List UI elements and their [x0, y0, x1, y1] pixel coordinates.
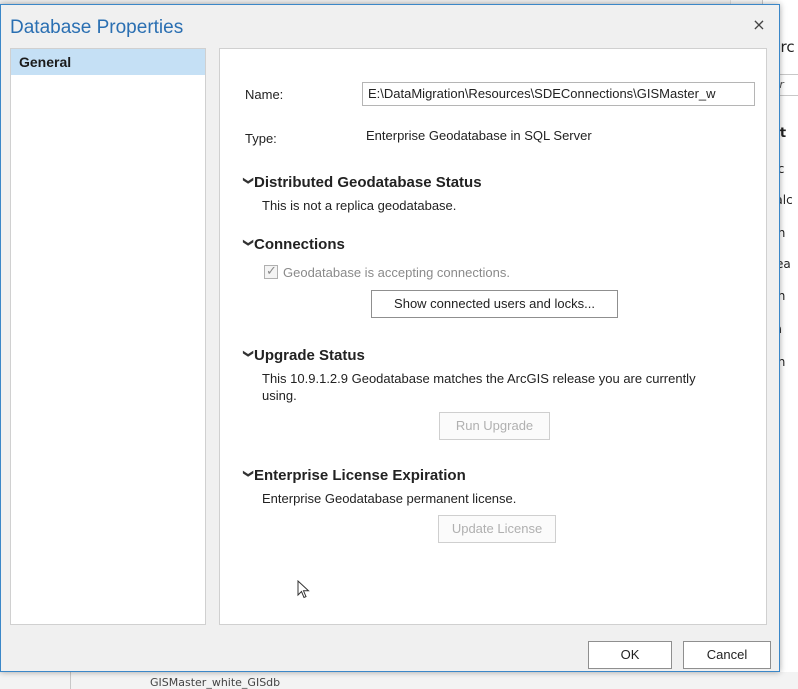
distributed-status-text: This is not a replica geodatabase. [262, 198, 457, 213]
dialog-title: Database Properties [10, 17, 184, 38]
chevron-down-icon: ❯ [242, 176, 254, 185]
chevron-down-icon: ❯ [242, 238, 254, 247]
accepting-connections-label: Geodatabase is accepting connections. [283, 265, 510, 280]
close-button[interactable]: × [749, 15, 769, 35]
type-label: Type: [245, 131, 277, 146]
upgrade-status-text-line1: This 10.9.1.2.9 Geodatabase matches the … [262, 371, 696, 386]
nav-item-general[interactable]: General [11, 49, 205, 75]
update-license-button[interactable]: Update License [438, 515, 556, 543]
ok-button[interactable]: OK [588, 641, 672, 669]
background-divider [70, 672, 71, 689]
name-field[interactable]: E:\DataMigration\Resources\SDEConnection… [362, 82, 755, 106]
license-expiration-text: Enterprise Geodatabase permanent license… [262, 491, 517, 506]
upgrade-status-text-line2: using. [262, 388, 297, 403]
properties-nav: General [10, 48, 206, 625]
connections-heading: Connections [254, 236, 345, 253]
connections-header[interactable]: ❯Connections [242, 236, 345, 253]
run-upgrade-button[interactable]: Run Upgrade [439, 412, 550, 440]
database-properties-dialog: Database Properties × General Name: E:\D… [0, 4, 780, 672]
license-expiration-header[interactable]: ❯Enterprise License Expiration [242, 467, 466, 484]
cancel-button[interactable]: Cancel [683, 641, 771, 669]
mouse-pointer-icon [297, 580, 310, 599]
license-expiration-heading: Enterprise License Expiration [254, 467, 466, 484]
show-connected-users-button[interactable]: Show connected users and locks... [371, 290, 618, 318]
accepting-connections-checkbox [264, 263, 278, 279]
name-label: Name: [245, 87, 284, 102]
distributed-status-header[interactable]: ❯Distributed Geodatabase Status [242, 174, 482, 191]
type-value: Enterprise Geodatabase in SQL Server [366, 128, 592, 143]
chevron-down-icon: ❯ [242, 349, 254, 358]
upgrade-status-heading: Upgrade Status [254, 347, 365, 364]
nav-item-label: General [19, 54, 72, 70]
general-panel: Name: E:\DataMigration\Resources\SDEConn… [219, 48, 767, 625]
background-bottom-text: GISMaster_white_GISdb [150, 676, 281, 689]
background-bottom-strip [0, 672, 798, 689]
close-icon: × [752, 15, 766, 34]
distributed-status-heading: Distributed Geodatabase Status [254, 174, 482, 191]
chevron-down-icon: ❯ [242, 469, 254, 478]
upgrade-status-header[interactable]: ❯Upgrade Status [242, 347, 365, 364]
accepting-connections-checkbox-row: Geodatabase is accepting connections. [264, 263, 510, 280]
